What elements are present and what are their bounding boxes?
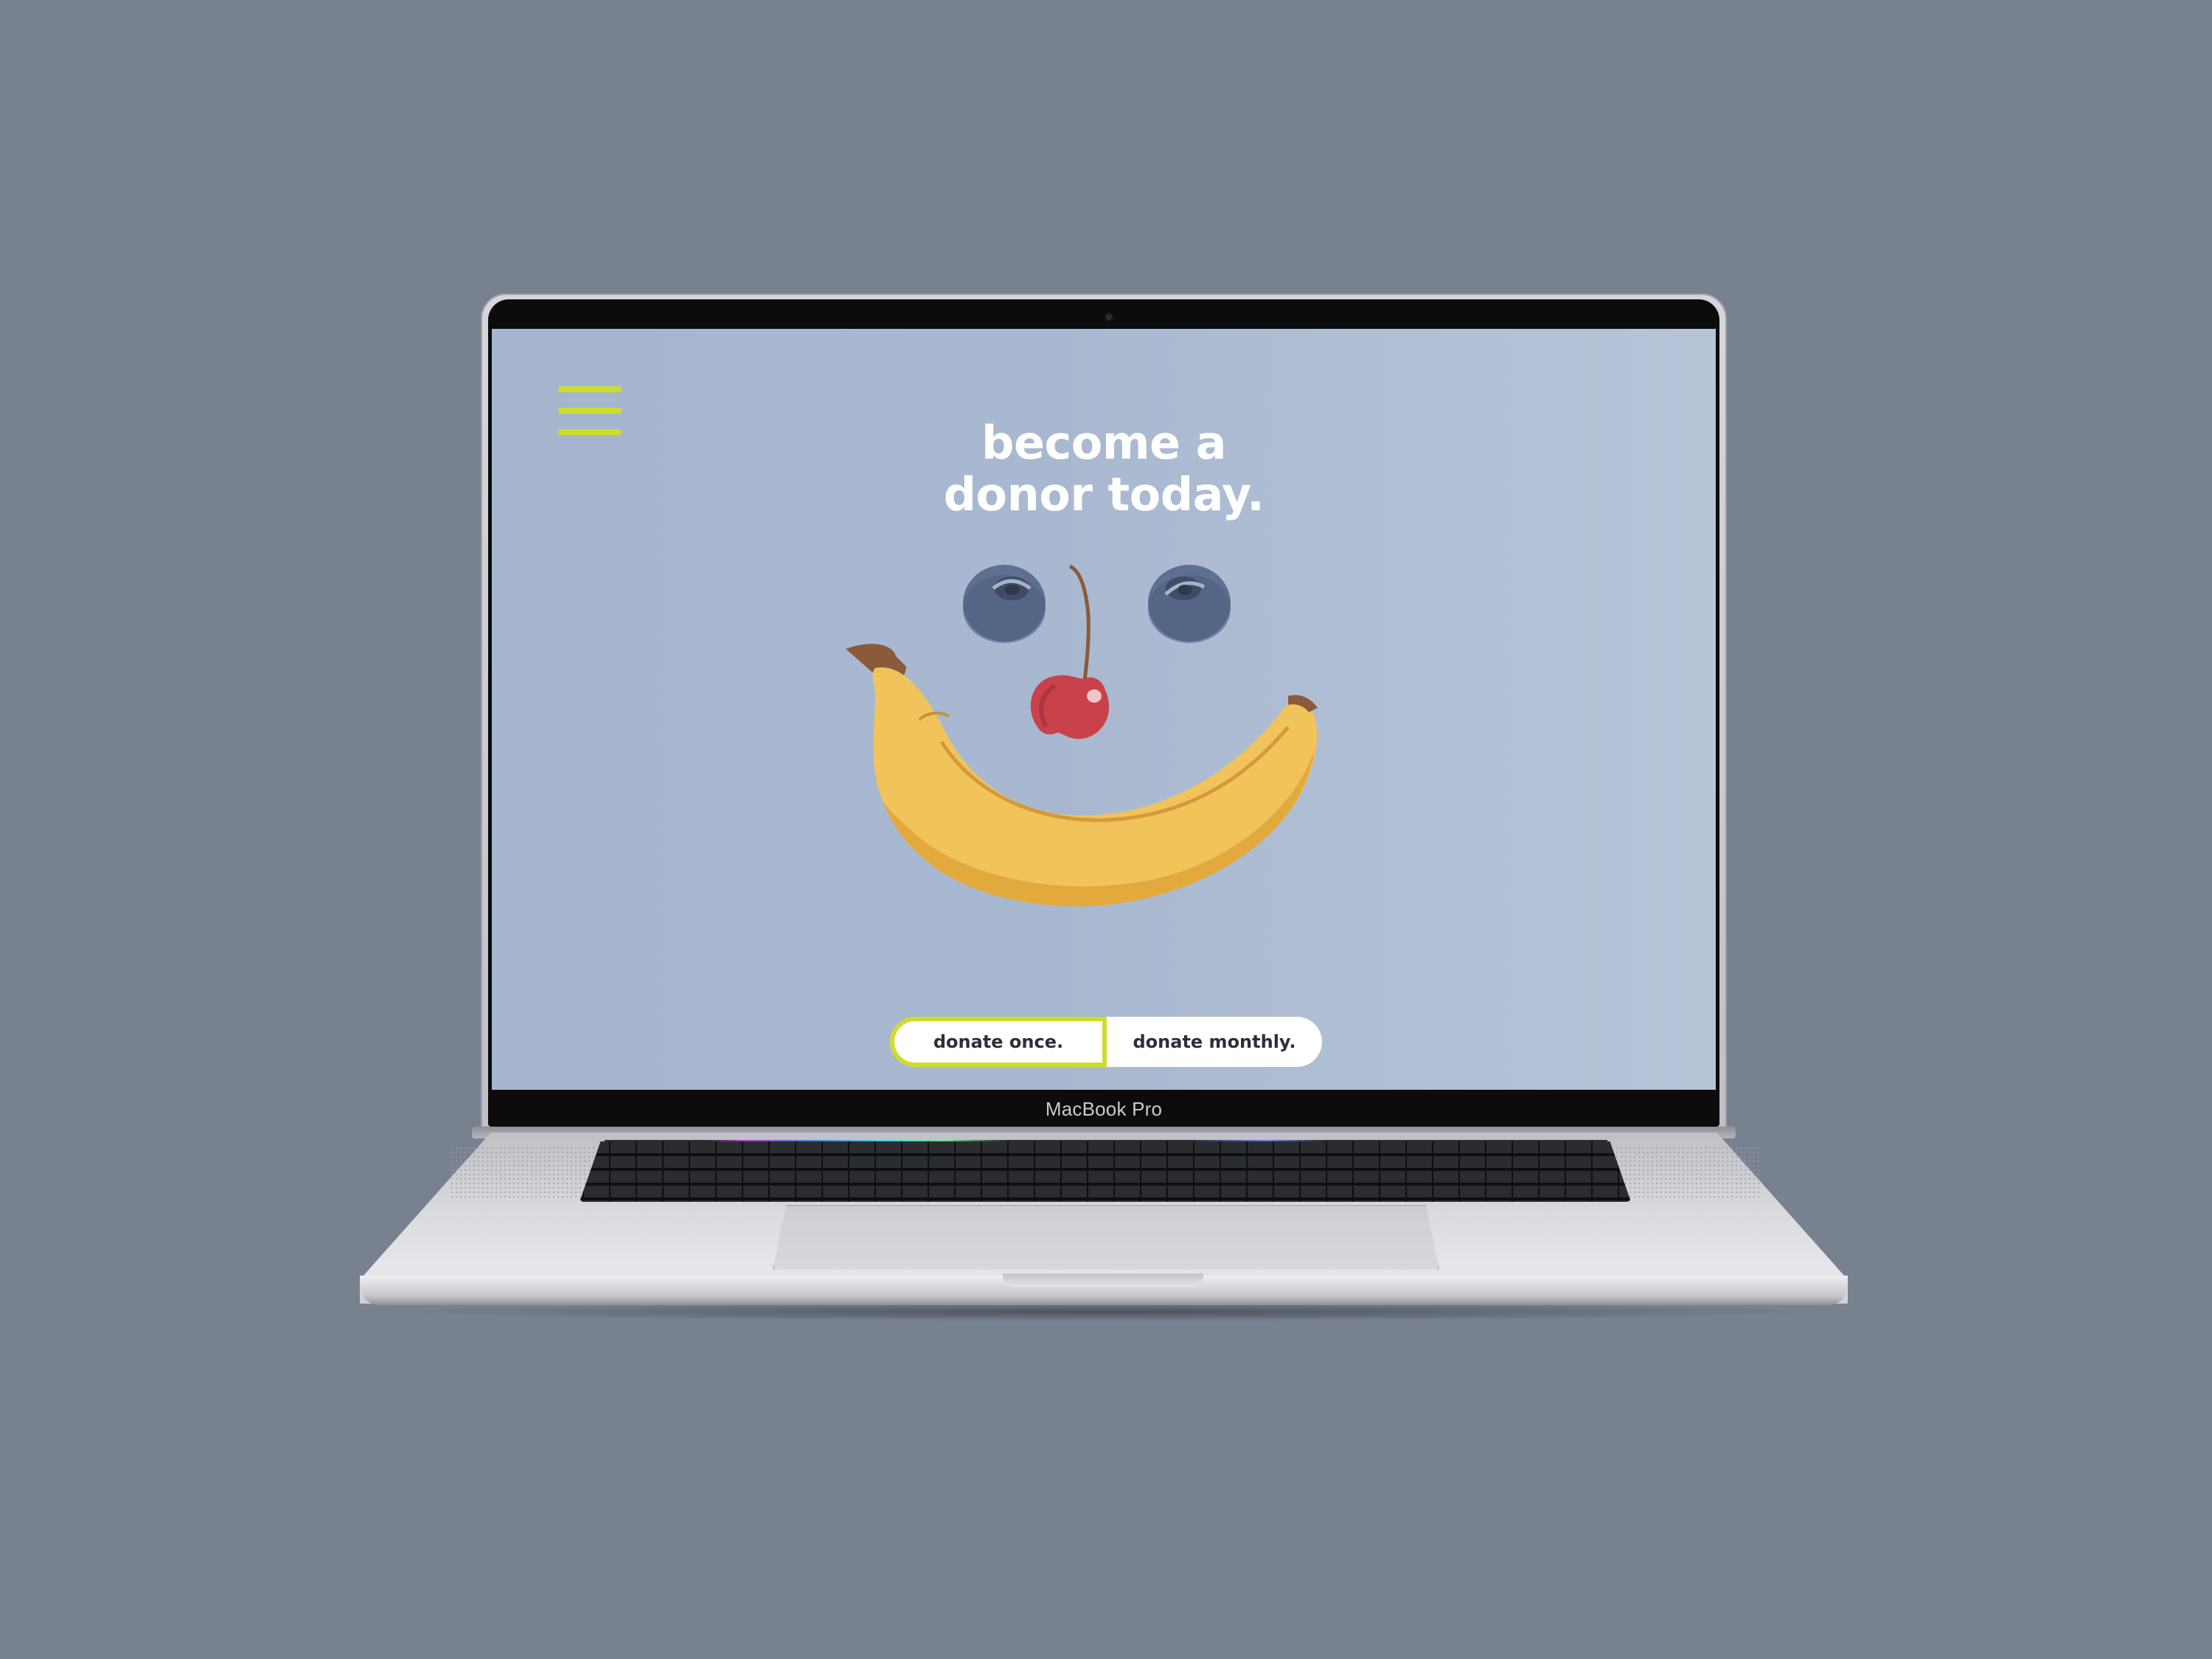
blueberry-icon	[1148, 565, 1231, 643]
trackpad	[773, 1205, 1439, 1270]
donate-monthly-button[interactable]: donate monthly.	[1107, 1017, 1322, 1067]
donation-frequency-toggle: donate once. donate monthly.	[890, 1017, 1322, 1067]
speaker-grille-right	[1615, 1146, 1762, 1199]
keyboard	[580, 1141, 1631, 1202]
blueberry-icon	[963, 565, 1046, 643]
mockup-stage: MacBook Pro become a donor today. donate…	[0, 0, 2212, 1659]
webpage-screen: become a donor today. donate once. donat…	[492, 329, 1716, 1090]
webcam-icon	[1106, 314, 1112, 320]
device-model-label: MacBook Pro	[1045, 1098, 1163, 1120]
fruit-face-illustration	[846, 564, 1318, 907]
speaker-grille-left	[450, 1146, 597, 1199]
donate-once-button[interactable]: donate once.	[890, 1017, 1107, 1067]
lid-opening-notch	[1003, 1273, 1203, 1287]
